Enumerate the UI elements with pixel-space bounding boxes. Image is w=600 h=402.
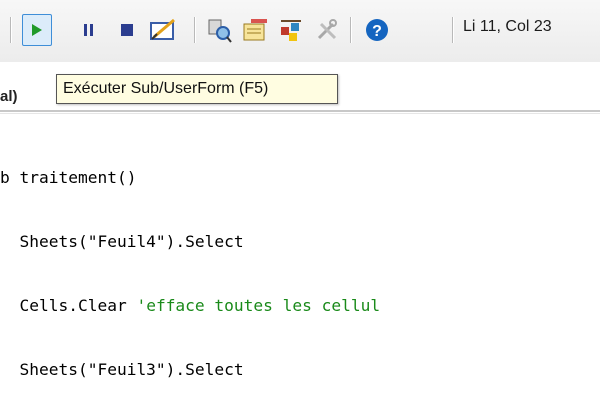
header-divider [0, 113, 600, 114]
code-line: Cells.Clear 'efface toutes les cellul [0, 293, 380, 319]
cursor-position-status: Li 11, Col 23 [463, 18, 552, 35]
properties-window-button[interactable] [240, 14, 270, 46]
design-mode-button[interactable] [144, 14, 182, 46]
break-button[interactable] [74, 14, 104, 46]
project-explorer-button[interactable] [204, 14, 234, 46]
toolbar-separator [194, 17, 196, 43]
code-comment: 'efface toutes les cellul [136, 296, 381, 315]
toolbox-icon [317, 19, 337, 40]
run-sub-button[interactable] [22, 14, 52, 46]
properties-icon [243, 19, 267, 41]
pause-icon [84, 24, 93, 36]
code-line: b traitement() [0, 168, 137, 187]
standard-toolbar: ? Li 11, Col 23 [0, 0, 600, 62]
svg-text:?: ? [372, 23, 382, 40]
object-combo-box[interactable]: al) [0, 88, 18, 105]
reset-button[interactable] [112, 14, 142, 46]
code-line: Sheets("Feuil3").Select [0, 360, 244, 379]
header-divider [0, 110, 600, 112]
run-tooltip: Exécuter Sub/UserForm (F5) [56, 74, 338, 104]
toolbar-separator [350, 17, 352, 43]
object-browser-button[interactable] [276, 14, 306, 46]
code-statement: Cells.Clear [0, 296, 137, 315]
code-line: Sheets("Feuil4").Select [0, 232, 244, 251]
design-mode-icon [150, 18, 175, 40]
toolbar-separator [10, 17, 12, 43]
object-browser-icon [281, 20, 301, 41]
toolbox-button[interactable] [312, 14, 342, 46]
help-button[interactable]: ? [362, 14, 392, 46]
toolbar-separator [452, 17, 454, 43]
code-editor[interactable]: b traitement() Sheets("Feuil4").Select C… [0, 127, 380, 402]
project-explorer-icon [208, 19, 232, 43]
play-icon [32, 24, 42, 36]
help-icon: ? [366, 19, 388, 41]
stop-icon [121, 24, 133, 36]
